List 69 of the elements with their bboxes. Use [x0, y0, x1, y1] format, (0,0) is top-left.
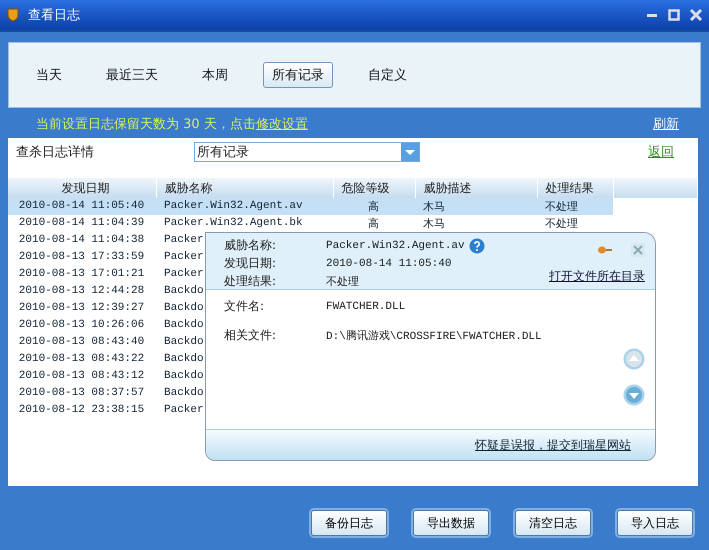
table-cell: 2010-08-12 23:38:15 [18, 404, 144, 416]
column-header[interactable]: 危险等级 [333, 178, 415, 198]
table-cell: 2010-08-13 08:43:40 [18, 336, 144, 348]
window-title: 查看日志 [28, 7, 80, 24]
app-logo-icon [6, 8, 20, 22]
close-icon[interactable] [689, 8, 703, 22]
refresh-link[interactable]: 刷新 [653, 115, 679, 133]
report-link[interactable]: 怀疑是误报，提交到瑞星网站 [475, 436, 631, 454]
pin-icon[interactable] [597, 244, 613, 256]
help-icon[interactable] [468, 238, 485, 254]
field-value: D:\腾讯游戏\CROSSFIRE\FWATCHER.DLL [326, 329, 543, 344]
table-cell: 2010-08-13 08:37:57 [18, 387, 144, 399]
retention-notice: 当前设置日志保留天数为 30 天，点击修改设置 [36, 116, 308, 133]
table-cell: 不处理 [545, 217, 578, 230]
table-cell: 2010-08-13 12:44:28 [18, 285, 144, 297]
table-cell: 木马 [423, 217, 445, 230]
table-cell: 2010-08-13 12:39:27 [18, 302, 144, 314]
table-cell: Packer [164, 251, 204, 263]
table-cell: Backdo [164, 387, 204, 399]
field-label: 威胁名称: [224, 237, 278, 254]
table-cell: Backdo [164, 336, 204, 348]
field-label: 处理结果: [224, 273, 278, 290]
table-cell: Backdo [164, 302, 204, 314]
table-cell: Backdo [164, 353, 204, 365]
filter-dropdown[interactable]: 所有记录 [194, 142, 420, 162]
table-cell: 高 [368, 200, 379, 213]
action-button[interactable]: 导入日志 [617, 510, 693, 536]
table-cell: 2010-08-13 10:26:06 [18, 319, 144, 331]
table-cell: 2010-08-13 17:33:59 [18, 251, 144, 263]
field-label: 发现日期: [224, 255, 278, 272]
column-header[interactable]: 发现日期 [8, 178, 156, 198]
maximize-icon[interactable] [667, 8, 681, 22]
table-cell: Packer.Win32.Agent.bk [164, 217, 303, 229]
action-button[interactable]: 清空日志 [515, 510, 591, 536]
tab[interactable]: 最近三天 [97, 62, 167, 88]
table-cell: Packer [164, 268, 204, 280]
action-button[interactable]: 导出数据 [413, 510, 489, 536]
tab[interactable]: 当天 [27, 62, 71, 88]
column-header[interactable]: 威胁描述 [415, 178, 537, 198]
table-cell: 不处理 [545, 200, 578, 213]
table-cell: 2010-08-14 11:04:38 [18, 234, 144, 246]
field-label: 相关文件: [224, 327, 278, 344]
table-cell: Backdo [164, 370, 204, 382]
table-cell: Packer [164, 234, 204, 246]
table-cell: Backdo [164, 285, 204, 297]
table-cell: 2010-08-14 11:04:39 [18, 217, 144, 229]
field-value: 不处理 [326, 275, 359, 289]
tab[interactable]: 自定义 [359, 62, 416, 88]
table-cell: 高 [368, 217, 379, 230]
open-folder-link[interactable]: 打开文件所在目录 [549, 268, 645, 285]
tab[interactable]: 本周 [193, 62, 237, 88]
table-cell: 2010-08-14 11:05:40 [18, 200, 144, 212]
table-cell: 2010-08-13 08:43:12 [18, 370, 144, 382]
field-value: FWATCHER.DLL [326, 300, 406, 314]
table-cell: Backdo [164, 319, 204, 331]
table-cell: 木马 [423, 200, 445, 213]
tab[interactable]: 所有记录 [263, 62, 333, 88]
table-cell: 2010-08-13 08:43:22 [18, 353, 144, 365]
field-label: 文件名: [224, 298, 266, 315]
filter-label: 查杀日志详情 [16, 144, 95, 161]
table-cell: Packer.Win32.Agent.av [164, 200, 303, 212]
table-cell: Packer [164, 404, 204, 416]
column-header[interactable]: 威胁名称 [156, 178, 333, 198]
field-value: 2010-08-14 11:05:40 [326, 258, 452, 270]
action-button[interactable]: 备份日志 [311, 510, 387, 536]
field-value: Packer.Win32.Agent.av [326, 240, 465, 252]
column-header[interactable]: 处理结果 [537, 178, 613, 198]
table-cell: 2010-08-13 17:01:21 [18, 268, 144, 280]
back-link[interactable]: 返回 [648, 143, 674, 161]
